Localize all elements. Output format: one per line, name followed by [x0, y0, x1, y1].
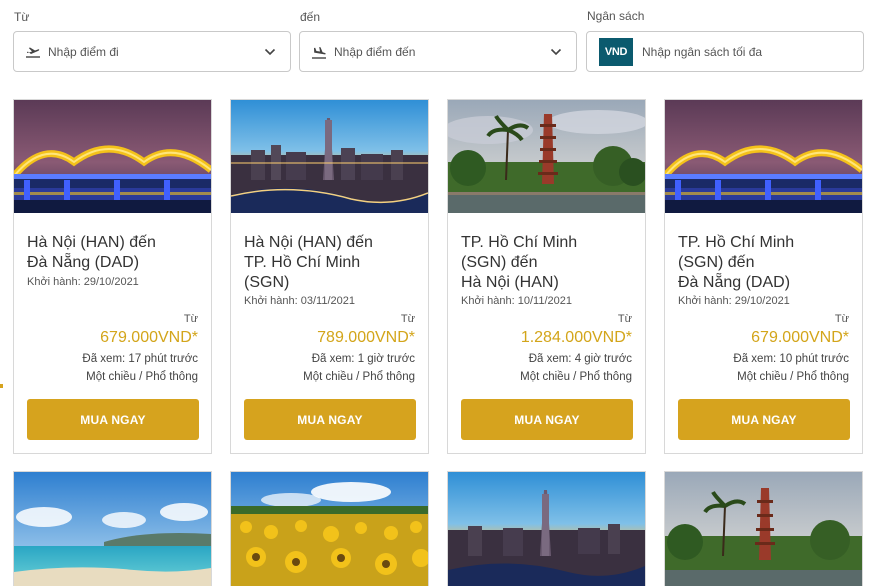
route-line: TP. Hồ Chí Minh	[461, 234, 578, 251]
beach-image	[14, 472, 211, 586]
deal-card[interactable]: Hà Nội (HAN) đến TP. Hồ Chí Minh (SGN) K…	[230, 99, 429, 454]
deal-card-image[interactable]	[13, 471, 212, 586]
budget-label: Ngân sách	[587, 9, 645, 23]
deal-card[interactable]: TP. Hồ Chí Minh (SGN) đến Đà Nẵng (DAD) …	[664, 99, 863, 454]
dragon-bridge-image	[14, 100, 211, 213]
price: 679.000VND*	[751, 329, 849, 346]
deal-card-image[interactable]	[230, 471, 429, 586]
from-price-label: Từ	[834, 313, 849, 325]
route-line: Đà Nẵng (DAD)	[678, 274, 791, 291]
price-block: Từ 679.000VND* Đã xem: 17 phút trước Một…	[82, 312, 198, 386]
from-price-label: Từ	[183, 313, 198, 325]
viewed-time: Đã xem: 1 giờ trước	[311, 353, 415, 365]
route-title: Hà Nội (HAN) đến Đà Nẵng (DAD)	[27, 233, 207, 273]
departure-date: Khởi hành: 03/11/2021	[244, 295, 355, 307]
price-block: Từ 1.284.000VND* Đã xem: 4 giờ trước Một…	[520, 312, 632, 386]
route-line: (SGN) đến	[678, 254, 755, 271]
price-block: Từ 789.000VND* Đã xem: 1 giờ trước Một c…	[303, 312, 415, 386]
chevron-down-icon[interactable]	[549, 45, 563, 59]
to-filter: đến Nhập điểm đến	[299, 0, 577, 80]
from-select[interactable]: Nhập điểm đi	[13, 31, 291, 72]
hcmc-skyline-image	[231, 100, 428, 213]
route-line: TP. Hồ Chí Minh	[678, 234, 795, 251]
route-title: TP. Hồ Chí Minh (SGN) đến Đà Nẵng (DAD)	[678, 233, 858, 293]
dragon-bridge-image	[665, 100, 862, 213]
route-line: Đà Nẵng (DAD)	[27, 254, 140, 271]
to-placeholder: Nhập điểm đến	[334, 44, 416, 59]
budget-input[interactable]: VND Nhập ngân sách tối đa	[586, 31, 864, 72]
price-block: Từ 679.000VND* Đã xem: 10 phút trước Một…	[733, 312, 849, 386]
route-line: (SGN) đến	[461, 254, 538, 271]
pagoda-image	[448, 100, 645, 213]
currency-badge: VND	[599, 37, 633, 66]
viewed-time: Đã xem: 10 phút trước	[733, 353, 849, 365]
hcmc-skyline-image	[448, 472, 645, 586]
fare-type: Một chiều / Phổ thông	[520, 371, 632, 383]
departure-date: Khởi hành: 29/10/2021	[678, 295, 790, 307]
from-filter: Từ Nhập điểm đi	[13, 0, 291, 80]
deal-card-image[interactable]	[447, 471, 646, 586]
deal-card-image[interactable]	[664, 471, 863, 586]
buy-now-button[interactable]: MUA NGAY	[461, 399, 633, 440]
deal-card[interactable]: TP. Hồ Chí Minh (SGN) đến Hà Nội (HAN) K…	[447, 99, 646, 454]
side-marker	[0, 384, 3, 388]
viewed-time: Đã xem: 4 giờ trước	[528, 353, 632, 365]
budget-filter: Ngân sách VND Nhập ngân sách tối đa	[586, 0, 864, 80]
route-line: Hà Nội (HAN) đến	[27, 234, 156, 251]
buy-now-button[interactable]: MUA NGAY	[244, 399, 416, 440]
route-line: (SGN)	[244, 274, 290, 291]
plane-landing-icon	[311, 44, 327, 60]
from-placeholder: Nhập điểm đi	[48, 44, 119, 59]
buy-now-button[interactable]: MUA NGAY	[678, 399, 850, 440]
route-line: Hà Nội (HAN) đến	[244, 234, 373, 251]
fare-type: Một chiều / Phổ thông	[86, 371, 198, 383]
route-title: Hà Nội (HAN) đến TP. Hồ Chí Minh (SGN)	[244, 233, 424, 293]
price: 1.284.000VND*	[520, 329, 632, 346]
sunflower-image	[231, 472, 428, 586]
plane-takeoff-icon	[25, 44, 41, 60]
deal-card[interactable]: Hà Nội (HAN) đến Đà Nẵng (DAD) Khởi hành…	[13, 99, 212, 454]
from-label: Từ	[14, 10, 30, 24]
from-price-label: Từ	[617, 313, 632, 325]
departure-date: Khởi hành: 10/11/2021	[461, 295, 572, 307]
fare-type: Một chiều / Phổ thông	[737, 371, 849, 383]
departure-date: Khởi hành: 29/10/2021	[27, 276, 139, 288]
buy-now-button[interactable]: MUA NGAY	[27, 399, 199, 440]
viewed-time: Đã xem: 17 phút trước	[82, 353, 198, 365]
route-line: Hà Nội (HAN)	[461, 274, 559, 291]
price: 789.000VND*	[317, 329, 415, 346]
from-price-label: Từ	[400, 313, 415, 325]
route-line: TP. Hồ Chí Minh	[244, 254, 361, 271]
budget-placeholder: Nhập ngân sách tối đa	[642, 44, 763, 59]
price: 679.000VND*	[100, 329, 198, 346]
chevron-down-icon[interactable]	[263, 45, 277, 59]
fare-type: Một chiều / Phổ thông	[303, 371, 415, 383]
to-label: đến	[300, 10, 321, 24]
pagoda-image	[665, 472, 862, 586]
search-filters: Từ Nhập điểm đi đến Nhập điểm đến Ngân s…	[0, 0, 870, 80]
to-select[interactable]: Nhập điểm đến	[299, 31, 577, 72]
route-title: TP. Hồ Chí Minh (SGN) đến Hà Nội (HAN)	[461, 233, 641, 293]
